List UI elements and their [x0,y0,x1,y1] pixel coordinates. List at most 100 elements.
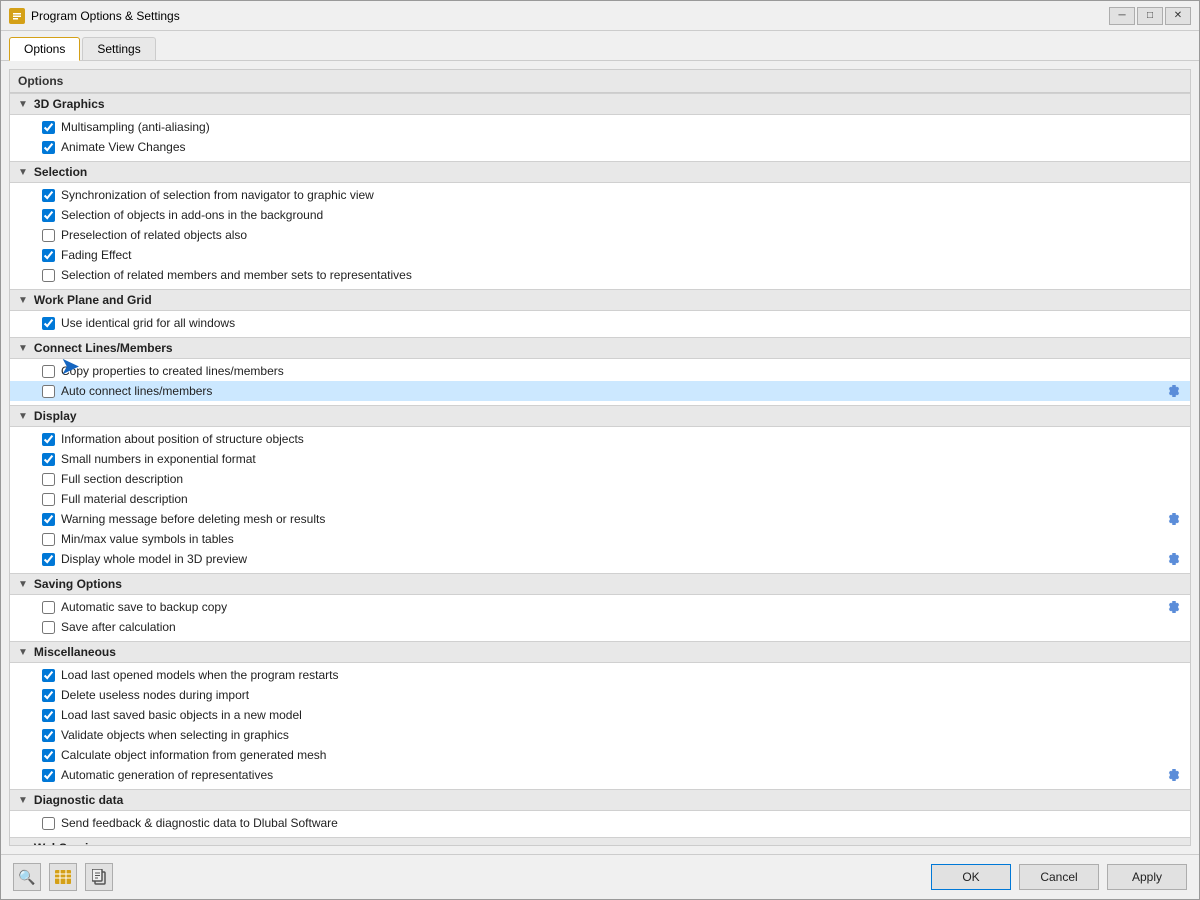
checkbox-fading-effect[interactable] [42,249,55,262]
close-button[interactable]: ✕ [1165,7,1191,25]
label-warning-mesh[interactable]: Warning message before deleting mesh or … [61,512,325,526]
search-icon-btn[interactable]: 🔍 [13,863,41,891]
option-row-multisampling: Multisampling (anti-aliasing) [10,117,1190,137]
chevron-icon: ▼ [18,411,28,422]
section-header-work-plane[interactable]: ▼Work Plane and Grid [10,289,1190,311]
label-full-section[interactable]: Full section description [61,472,183,486]
checkbox-identical-grid[interactable] [42,317,55,330]
section-header-miscellaneous[interactable]: ▼Miscellaneous [10,641,1190,663]
option-row-full-section: Full section description [10,469,1190,489]
section-header-display[interactable]: ▼Display [10,405,1190,427]
gear-icon-auto-representatives[interactable] [1166,767,1182,783]
table-icon-btn[interactable] [49,863,77,891]
label-save-after-calc[interactable]: Save after calculation [61,620,176,634]
label-display-3d[interactable]: Display whole model in 3D preview [61,552,247,566]
label-auto-connect[interactable]: Auto connect lines/members [61,384,212,398]
option-row-info-position: Information about position of structure … [10,429,1190,449]
gear-icon-display-3d[interactable] [1166,551,1182,567]
bottom-bar: 🔍 OK [1,854,1199,899]
label-full-material[interactable]: Full material description [61,492,188,506]
checkbox-select-addons[interactable] [42,209,55,222]
checkbox-select-members[interactable] [42,269,55,282]
cancel-button[interactable]: Cancel [1019,864,1099,890]
checkbox-load-last-models[interactable] [42,669,55,682]
label-identical-grid[interactable]: Use identical grid for all windows [61,316,235,330]
label-minmax-symbols[interactable]: Min/max value symbols in tables [61,532,234,546]
label-select-addons[interactable]: Selection of objects in add-ons in the b… [61,208,323,222]
chevron-icon: ▼ [18,295,28,306]
checkbox-load-basic[interactable] [42,709,55,722]
label-validate-objects[interactable]: Validate objects when selecting in graph… [61,728,289,742]
title-bar: Program Options & Settings ─ □ ✕ [1,1,1199,31]
section-header-3d-graphics[interactable]: ▼3D Graphics [10,93,1190,115]
section-content-miscellaneous: Load last opened models when the program… [10,663,1190,787]
label-delete-nodes[interactable]: Delete useless nodes during import [61,688,249,702]
checkbox-calc-info[interactable] [42,749,55,762]
section-title-miscellaneous: Miscellaneous [34,645,116,659]
checkbox-warning-mesh[interactable] [42,513,55,526]
checkbox-wrapper-multisampling: Multisampling (anti-aliasing) [42,120,1170,134]
label-multisampling[interactable]: Multisampling (anti-aliasing) [61,120,210,134]
checkbox-sync-selection[interactable] [42,189,55,202]
ok-button[interactable]: OK [931,864,1011,890]
checkbox-info-position[interactable] [42,433,55,446]
minimize-button[interactable]: ─ [1109,7,1135,25]
checkbox-multisampling[interactable] [42,121,55,134]
arrow-indicator: ➤ [60,352,80,381]
option-row-send-feedback: Send feedback & diagnostic data to Dluba… [10,813,1190,833]
label-select-members[interactable]: Selection of related members and member … [61,268,412,282]
checkbox-auto-representatives[interactable] [42,769,55,782]
chevron-icon: ▼ [18,99,28,110]
section-title-webservice: WebService [34,841,102,846]
apply-button[interactable]: Apply [1107,864,1187,890]
label-calc-info[interactable]: Calculate object information from genera… [61,748,326,762]
checkbox-preselection[interactable] [42,229,55,242]
checkbox-wrapper-auto-connect: Auto connect lines/members [42,384,1170,398]
label-auto-representatives[interactable]: Automatic generation of representatives [61,768,273,782]
option-row-auto-representatives: Automatic generation of representatives [10,765,1190,785]
checkbox-minmax-symbols[interactable] [42,533,55,546]
gear-icon-auto-save[interactable] [1166,599,1182,615]
checkbox-auto-connect[interactable] [42,385,55,398]
copy-icon-btn[interactable] [85,863,113,891]
label-preselection[interactable]: Preselection of related objects also [61,228,247,242]
bottom-right-buttons: OK Cancel Apply [931,864,1187,890]
tab-options[interactable]: Options [9,37,80,61]
label-info-position[interactable]: Information about position of structure … [61,432,304,446]
label-small-numbers[interactable]: Small numbers in exponential format [61,452,256,466]
option-row-auto-save: Automatic save to backup copy [10,597,1190,617]
checkbox-wrapper-delete-nodes: Delete useless nodes during import [42,688,1170,702]
window-title: Program Options & Settings [31,9,1109,23]
label-load-basic[interactable]: Load last saved basic objects in a new m… [61,708,302,722]
label-animate-view[interactable]: Animate View Changes [61,140,186,154]
label-fading-effect[interactable]: Fading Effect [61,248,132,262]
checkbox-display-3d[interactable] [42,553,55,566]
section-header-diagnostic[interactable]: ▼Diagnostic data [10,789,1190,811]
checkbox-validate-objects[interactable] [42,729,55,742]
label-copy-properties[interactable]: Copy properties to created lines/members [61,364,284,378]
label-sync-selection[interactable]: Synchronization of selection from naviga… [61,188,374,202]
option-row-sync-selection: Synchronization of selection from naviga… [10,185,1190,205]
label-auto-save[interactable]: Automatic save to backup copy [61,600,227,614]
checkbox-full-material[interactable] [42,493,55,506]
label-load-last-models[interactable]: Load last opened models when the program… [61,668,339,682]
checkbox-send-feedback[interactable] [42,817,55,830]
maximize-button[interactable]: □ [1137,7,1163,25]
checkbox-auto-save[interactable] [42,601,55,614]
section-header-webservice[interactable]: ▼WebService [10,837,1190,846]
checkbox-copy-properties[interactable] [42,365,55,378]
label-send-feedback[interactable]: Send feedback & diagnostic data to Dluba… [61,816,338,830]
checkbox-full-section[interactable] [42,473,55,486]
checkbox-save-after-calc[interactable] [42,621,55,634]
gear-icon-auto-connect[interactable] [1166,383,1182,399]
checkbox-small-numbers[interactable] [42,453,55,466]
tab-settings[interactable]: Settings [82,37,155,60]
checkbox-wrapper-save-after-calc: Save after calculation [42,620,1170,634]
section-header-connect-lines[interactable]: ▼Connect Lines/Members [10,337,1190,359]
section-header-saving[interactable]: ▼Saving Options [10,573,1190,595]
checkbox-animate-view[interactable] [42,141,55,154]
section-header-selection[interactable]: ▼Selection [10,161,1190,183]
checkbox-delete-nodes[interactable] [42,689,55,702]
gear-icon-warning-mesh[interactable] [1166,511,1182,527]
section-content-connect-lines: Copy properties to created lines/members… [10,359,1190,403]
